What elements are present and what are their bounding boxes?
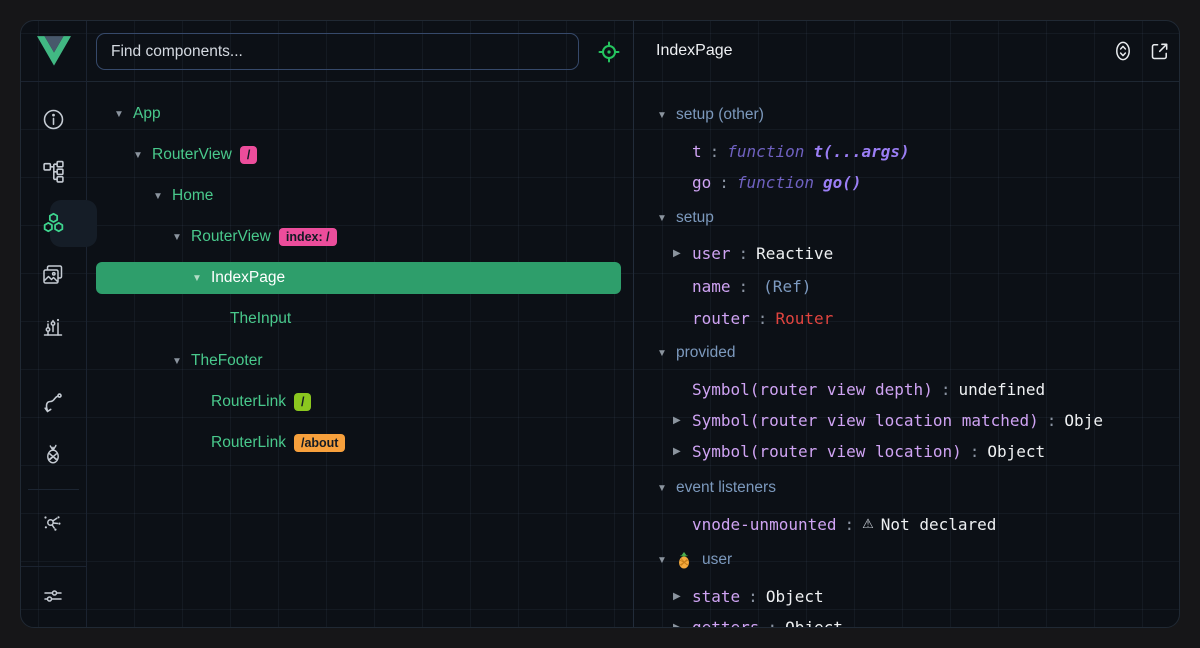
component-label: TheFooter	[191, 352, 263, 370]
caret-down-icon[interactable]: ▼	[171, 232, 183, 243]
open-in-editor-icon[interactable]	[1144, 36, 1174, 66]
route-badge: index: /	[279, 228, 337, 246]
state-row-getters[interactable]: ▶ getters : Object	[673, 613, 843, 628]
caret-down-icon[interactable]: ▼	[132, 150, 144, 161]
section-setup[interactable]: ▼ setup	[656, 204, 714, 232]
rail-bottom-separator	[21, 566, 86, 567]
timeline-icon[interactable]	[21, 305, 85, 349]
icon-rail	[21, 21, 87, 627]
settings-icon[interactable]	[21, 574, 85, 618]
state-row-router[interactable]: router : Router	[673, 304, 833, 332]
route-badge: /	[294, 393, 311, 411]
function-keyword: function	[727, 142, 804, 161]
state-value: Object	[987, 442, 1045, 461]
state-row-t[interactable]: t : function t(...args)	[673, 137, 910, 165]
component-label: RouterLink	[211, 434, 286, 452]
vue-logo	[21, 21, 86, 82]
devtools-window: IndexPage ▼ App ▼ RouterView / ▼ Home ▼ …	[20, 20, 1180, 628]
tree-row-routerview[interactable]: ▼ RouterView /	[96, 141, 257, 169]
tree-row-app[interactable]: ▼ App	[96, 100, 161, 128]
select-component-target-icon[interactable]	[593, 36, 625, 68]
state-row-vnode-unmounted[interactable]: vnode-unmounted : ⚠ Not declared	[673, 510, 996, 538]
router-icon[interactable]	[21, 381, 85, 425]
caret-right-icon[interactable]: ▶	[673, 248, 692, 259]
search-input[interactable]	[96, 33, 579, 70]
component-tree-icon[interactable]	[21, 149, 85, 193]
section-pinia-user[interactable]: ▼ user	[656, 546, 732, 574]
function-signature: t(...args)	[813, 142, 909, 161]
caret-down-icon[interactable]: ▼	[656, 348, 668, 359]
state-value: Object	[766, 587, 824, 606]
caret-down-icon[interactable]: ▼	[113, 109, 125, 120]
section-setup-other[interactable]: ▼ setup (other)	[656, 101, 764, 129]
pinia-pineapple-icon	[676, 551, 692, 569]
state-value: Reactive	[756, 244, 833, 263]
tree-row-theinput[interactable]: TheInput	[96, 305, 291, 333]
state-row-user[interactable]: ▶ user : Reactive	[673, 239, 833, 267]
component-label: RouterView	[191, 228, 271, 246]
tree-row-routerlink[interactable]: RouterLink /	[96, 388, 311, 416]
component-label: App	[133, 105, 161, 123]
caret-down-icon[interactable]: ▼	[191, 273, 203, 284]
state-row-symbol-location[interactable]: ▶ Symbol(router view location) : Object	[673, 437, 1045, 465]
panel-divider[interactable]	[633, 21, 634, 627]
tree-row-home[interactable]: ▼ Home	[96, 182, 213, 210]
assets-icon[interactable]	[21, 253, 85, 297]
state-row-symbol-matched[interactable]: ▶ Symbol(router view location matched) :…	[673, 406, 1103, 434]
state-value: undefined	[958, 380, 1045, 399]
state-row-name[interactable]: name : (Ref)	[673, 272, 811, 300]
vue-logo-icon	[37, 36, 71, 66]
caret-down-icon[interactable]: ▼	[152, 191, 164, 202]
state-value: (Ref)	[763, 277, 811, 296]
state-value: Not declared	[881, 515, 997, 534]
component-label: Home	[172, 187, 213, 205]
components-icon[interactable]	[21, 201, 85, 245]
caret-right-icon[interactable]: ▶	[673, 446, 692, 457]
state-row-symbol-depth[interactable]: Symbol(router view depth) : undefined	[673, 375, 1045, 403]
state-row-state[interactable]: ▶ state : Object	[673, 582, 824, 610]
state-value: Object	[785, 618, 843, 629]
caret-right-icon[interactable]: ▶	[673, 591, 692, 602]
info-icon[interactable]	[21, 97, 85, 141]
caret-down-icon[interactable]: ▼	[656, 555, 668, 566]
function-signature: go()	[823, 173, 862, 192]
graph-icon[interactable]	[21, 501, 85, 545]
pinia-icon[interactable]	[21, 432, 85, 476]
caret-right-icon[interactable]: ▶	[673, 622, 692, 629]
component-label: RouterLink	[211, 393, 286, 411]
caret-down-icon[interactable]: ▼	[171, 356, 183, 367]
state-row-go[interactable]: go : function go()	[673, 168, 862, 196]
caret-down-icon[interactable]: ▼	[656, 483, 668, 494]
warning-icon: ⚠	[862, 517, 874, 532]
state-value: Router	[775, 309, 833, 328]
route-badge: /	[240, 146, 257, 164]
caret-down-icon[interactable]: ▼	[656, 110, 668, 121]
tree-row-indexpage-selected[interactable]: ▼ IndexPage	[96, 262, 621, 294]
caret-right-icon[interactable]: ▶	[673, 415, 692, 426]
tree-row-routerlink-2[interactable]: RouterLink /about	[96, 429, 345, 457]
component-label: RouterView	[152, 146, 232, 164]
section-provided[interactable]: ▼ provided	[656, 339, 735, 367]
tree-row-routerview-2[interactable]: ▼ RouterView index: /	[96, 223, 337, 251]
route-badge: /about	[294, 434, 346, 452]
section-event-listeners[interactable]: ▼ event listeners	[656, 474, 776, 502]
caret-down-icon[interactable]: ▼	[656, 213, 668, 224]
state-value: Obje	[1064, 411, 1103, 430]
rail-divider	[28, 489, 79, 490]
inspector-title: IndexPage	[656, 41, 733, 61]
scroll-to-component-icon[interactable]	[1108, 36, 1138, 66]
tree-row-thefooter[interactable]: ▼ TheFooter	[96, 347, 263, 375]
component-label: IndexPage	[211, 269, 285, 287]
function-keyword: function	[737, 173, 814, 192]
component-label: TheInput	[230, 310, 291, 328]
